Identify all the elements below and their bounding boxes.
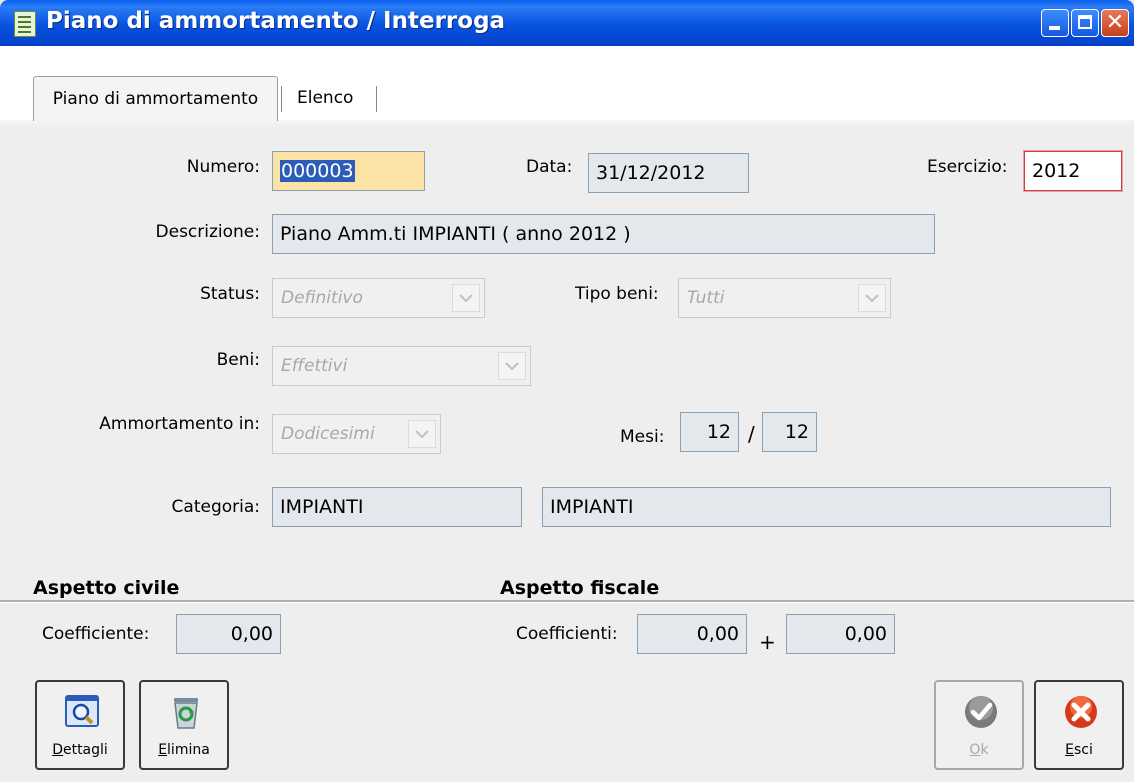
ok-button[interactable]: Ok [934, 680, 1024, 770]
coefficienti-label: Coefficienti: [516, 624, 618, 644]
esercizio-field[interactable]: 2012 [1024, 151, 1122, 191]
tab-piano-di-ammortamento[interactable]: Piano di ammortamento [33, 76, 278, 121]
elimina-button[interactable]: Elimina [139, 680, 229, 770]
categoria-label: Categoria: [171, 497, 260, 517]
categoria-code-field[interactable]: IMPIANTI [272, 487, 522, 527]
chevron-down-icon[interactable] [452, 284, 480, 312]
tipo-beni-select[interactable]: Tutti [678, 278, 891, 318]
descrizione-field[interactable]: Piano Amm.ti IMPIANTI ( anno 2012 ) [272, 214, 935, 254]
categoria-description-field[interactable]: IMPIANTI [542, 487, 1111, 527]
maximize-button[interactable] [1071, 9, 1099, 37]
mesi-field-2[interactable]: 12 [762, 412, 817, 452]
magnifier-window-icon [65, 695, 99, 727]
status-label: Status: [200, 284, 260, 304]
coefficiente-fiscale-field-1[interactable]: 0,00 [637, 614, 747, 654]
aspetto-civile-header: Aspetto civile [33, 577, 180, 599]
chevron-down-icon[interactable] [408, 420, 436, 448]
esci-button[interactable]: Esci [1034, 680, 1124, 770]
coefficiente-label: Coefficiente: [42, 624, 150, 644]
app-icon [14, 11, 36, 37]
ammortamento-select[interactable]: Dodicesimi [272, 414, 441, 454]
status-select[interactable]: Definitivo [272, 278, 485, 318]
numero-field[interactable]: 000003 [272, 151, 425, 191]
recycle-bin-icon [174, 698, 198, 729]
mesi-separator: / [748, 422, 755, 446]
window-title: Piano di ammortamento / Interroga [46, 8, 506, 34]
section-divider [0, 600, 1134, 603]
esercizio-label: Esercizio: [927, 157, 1008, 177]
tab-separator [281, 86, 282, 112]
data-field[interactable]: 31/12/2012 [588, 153, 749, 193]
tab-separator [376, 86, 377, 112]
minimize-button[interactable] [1041, 9, 1069, 37]
minimize-icon [1049, 26, 1060, 30]
window: Piano di ammortamento / Interroga ✕ Pian… [0, 0, 1134, 782]
chevron-down-icon[interactable] [498, 352, 526, 380]
mesi-field-1[interactable]: 12 [680, 412, 739, 452]
title-bar[interactable]: Piano di ammortamento / Interroga ✕ [0, 0, 1134, 46]
descrizione-label: Descrizione: [155, 222, 260, 242]
checkmark-icon [965, 696, 997, 728]
plus-sign: + [759, 630, 776, 654]
ammortamento-label: Ammortamento in: [99, 414, 260, 434]
close-icon: ✕ [1105, 10, 1125, 35]
beni-select[interactable]: Effettivi [272, 346, 531, 386]
data-label: Data: [526, 157, 573, 177]
aspetto-fiscale-header: Aspetto fiscale [500, 577, 660, 599]
maximize-icon [1078, 15, 1092, 29]
numero-label: Numero: [186, 157, 260, 177]
dettagli-button[interactable]: Dettagli [35, 680, 125, 770]
chevron-down-icon[interactable] [858, 284, 886, 312]
exit-x-icon [1065, 696, 1097, 728]
mesi-label: Mesi: [620, 427, 665, 447]
tipo-beni-label: Tipo beni: [575, 284, 659, 304]
tab-elenco[interactable]: Elenco [297, 76, 353, 120]
coefficiente-fiscale-field-2[interactable]: 0,00 [786, 614, 895, 654]
coefficiente-civile-field[interactable]: 0,00 [176, 614, 281, 654]
close-button[interactable]: ✕ [1101, 9, 1129, 37]
beni-label: Beni: [216, 350, 260, 370]
